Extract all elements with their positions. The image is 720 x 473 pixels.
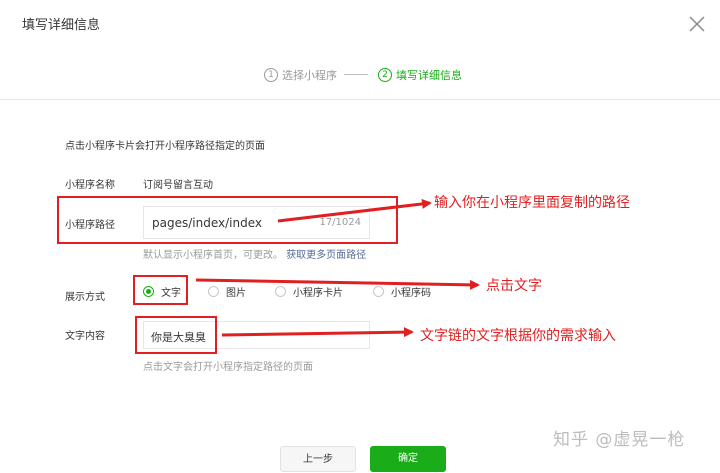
close-icon[interactable] (688, 15, 706, 33)
more-paths-link[interactable]: 获取更多页面路径 (286, 250, 366, 261)
form-description: 点击小程序卡片会打开小程序路径指定的页面 (65, 141, 265, 152)
annotation-text: 文字链的文字根据你的需求输入 (420, 328, 616, 344)
radio-mini-program-card-label: 小程序卡片 (293, 288, 343, 299)
step-number: 1 (264, 68, 278, 82)
step-connector (344, 74, 368, 75)
watermark: 知乎 @虚晃一枪 (553, 430, 686, 450)
annotation-display: 点击文字 (486, 278, 542, 294)
path-highlight-box (57, 196, 398, 244)
step-select-mini-program: 1 选择小程序 (264, 67, 337, 83)
mini-program-name-value: 订阅号留言互动 (143, 180, 213, 191)
mini-program-name-label: 小程序名称 (65, 180, 115, 191)
step-number: 2 (378, 68, 392, 82)
ok-button[interactable]: 确定 (370, 446, 446, 472)
radio-mini-program-code[interactable]: 小程序码 (373, 284, 431, 299)
radio-dot (275, 286, 286, 297)
text-content-hint: 点击文字会打开小程序指定路径的页面 (143, 362, 313, 373)
text-highlight-box (135, 316, 217, 354)
annotation-path: 输入你在小程序里面复制的路径 (434, 195, 630, 211)
step-fill-details: 2 填写详细信息 (378, 67, 462, 83)
radio-mini-program-code-label: 小程序码 (391, 288, 431, 299)
header-divider (0, 99, 720, 100)
radio-dot (208, 286, 219, 297)
radio-image[interactable]: 图片 (208, 284, 246, 299)
display-mode-label: 展示方式 (65, 292, 105, 303)
step-label: 填写详细信息 (396, 69, 462, 82)
path-hint: 默认显示小程序首页，可更改。 获取更多页面路径 (143, 246, 366, 261)
text-content-label: 文字内容 (65, 331, 105, 342)
path-hint-text: 默认显示小程序首页，可更改。 (143, 250, 283, 261)
display-highlight-box (133, 275, 188, 305)
prev-button[interactable]: 上一步 (280, 446, 356, 472)
step-label: 选择小程序 (282, 69, 337, 82)
radio-mini-program-card[interactable]: 小程序卡片 (275, 284, 343, 299)
dialog-title: 填写详细信息 (22, 18, 101, 33)
radio-dot (373, 286, 384, 297)
radio-image-label: 图片 (226, 288, 246, 299)
